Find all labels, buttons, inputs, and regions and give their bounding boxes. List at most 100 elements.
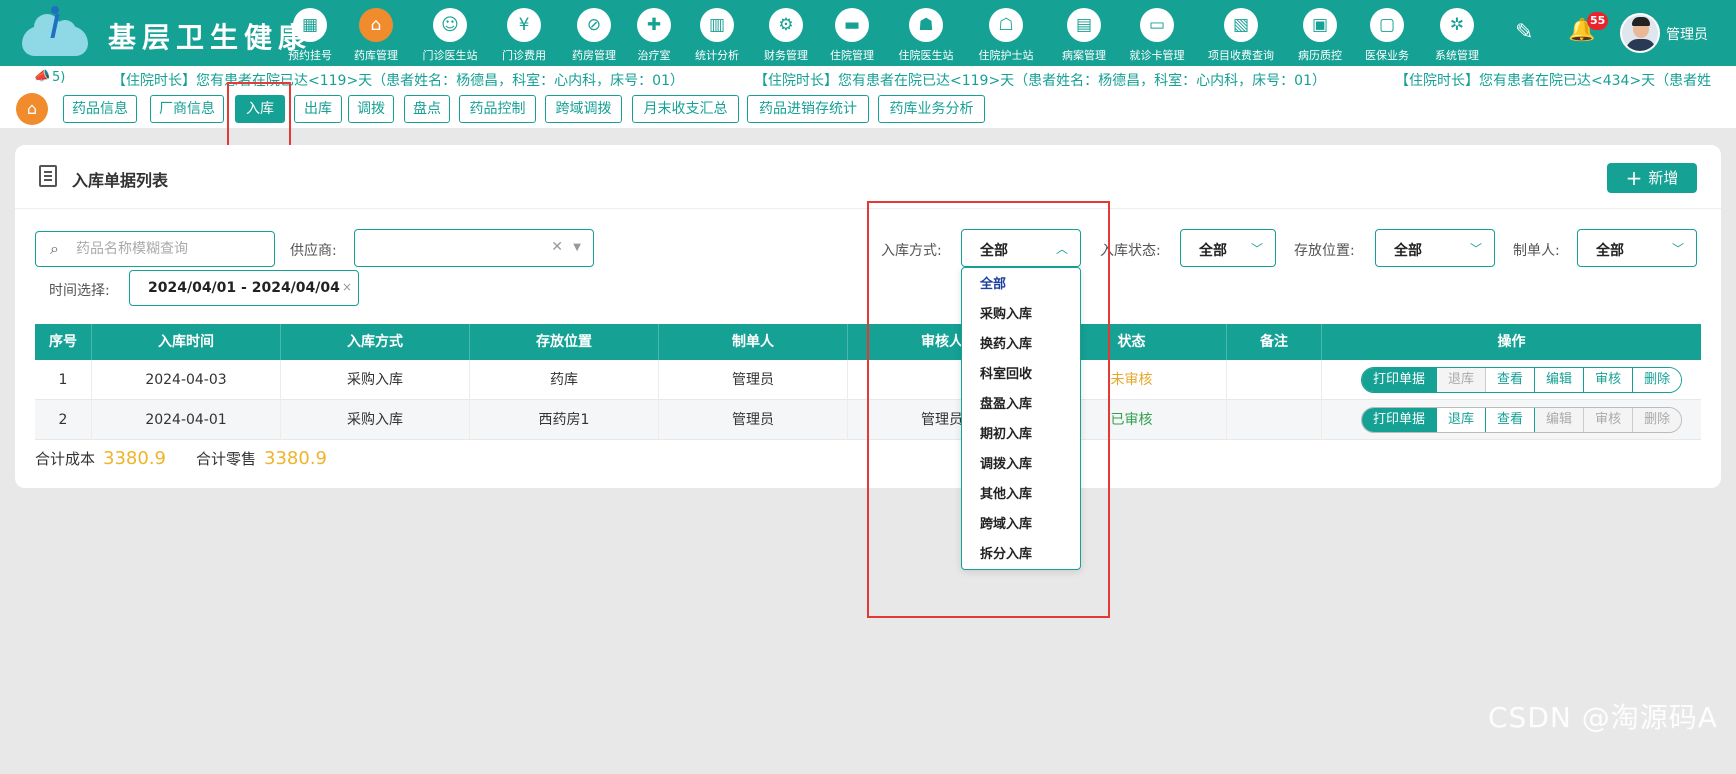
add-button-label: 新增: [1648, 169, 1679, 187]
nav-item[interactable]: ▬ 住院管理: [812, 4, 892, 64]
add-button[interactable]: + 新增: [1607, 163, 1697, 193]
nav-item[interactable]: ▥ 统计分析: [677, 4, 757, 64]
tab-drug-info[interactable]: 药品信息: [63, 95, 137, 123]
marquee-prefix: 5): [52, 70, 66, 85]
print-button[interactable]: 打印单据: [1362, 368, 1438, 392]
nav-item[interactable]: ▢ 医保业务: [1347, 4, 1427, 64]
nav-item-label: 病案管理: [1062, 49, 1106, 62]
nav-item[interactable]: ▭ 就诊卡管理: [1117, 4, 1197, 64]
dropdown-option[interactable]: 科室回收: [962, 360, 1080, 390]
creator-value: 全部: [1596, 243, 1624, 259]
cell-no: 1: [35, 360, 92, 400]
dropdown-option[interactable]: 采购入库: [962, 300, 1080, 330]
tab-purchase-sales-stock[interactable]: 药品进销存统计: [747, 95, 869, 123]
watermark: CSDN @淘源码A: [1488, 701, 1718, 734]
creator-select[interactable]: 全部 ﹀: [1577, 229, 1697, 267]
chevron-down-icon: ﹀: [1671, 242, 1684, 256]
storage-location-label: 存放位置:: [1294, 243, 1355, 259]
user-name[interactable]: 管理员: [1666, 24, 1708, 44]
fee-query-icon: ▧: [1224, 8, 1258, 42]
nav-item[interactable]: ☺ 门诊医生站: [410, 4, 490, 64]
nav-item[interactable]: ▧ 项目收费查询: [1201, 4, 1281, 64]
notice-marquee: 📣 5) 【住院时长】您有患者在院已达<119>天（患者姓名：杨德昌，科室：心内…: [0, 66, 1736, 90]
dropdown-option[interactable]: 换药入库: [962, 330, 1080, 360]
tab-stock-out[interactable]: 出库: [294, 95, 342, 123]
card-icon: ▭: [1140, 8, 1174, 42]
return-button[interactable]: 退库: [1437, 368, 1487, 392]
nav-item[interactable]: ☗ 住院医生站: [886, 4, 966, 64]
nav-item[interactable]: ▤ 病案管理: [1044, 4, 1124, 64]
sub-tabs-row: ⌂ 药品信息 厂商信息 入库 出库 调拨 盘点 药品控制 跨域调拨 月末收支汇总…: [0, 90, 1736, 128]
storage-location-select[interactable]: 全部 ﹀: [1375, 229, 1495, 267]
pharmacy-warehouse-icon: ⌂: [359, 8, 393, 42]
settings-icon: ✲: [1440, 8, 1474, 42]
nav-item[interactable]: ¥ 门诊费用: [484, 4, 564, 64]
cell-remark: [1227, 360, 1322, 400]
chevron-up-icon: ︿: [1055, 242, 1068, 256]
tab-stock-in[interactable]: 入库: [235, 95, 285, 123]
nav-item-label: 统计分析: [695, 49, 739, 62]
supplier-select[interactable]: ✕ ▼: [354, 229, 594, 267]
nav-item[interactable]: ⌂ 药库管理: [336, 4, 416, 64]
clear-icon[interactable]: ✕: [551, 239, 563, 255]
edit-button[interactable]: 编辑: [1535, 368, 1585, 392]
nav-item[interactable]: ✲ 系统管理: [1417, 4, 1497, 64]
tab-manufacturer-info[interactable]: 厂商信息: [150, 95, 224, 123]
storage-location-value: 全部: [1394, 243, 1422, 259]
date-range-value: 2024/04/01 - 2024/04/04: [148, 280, 340, 296]
clear-icon[interactable]: ×: [342, 280, 352, 294]
nav-item[interactable]: ☖ 住院护士站: [966, 4, 1046, 64]
search-icon: ⌕: [50, 239, 59, 258]
user-avatar[interactable]: [1620, 13, 1660, 53]
dropdown-option[interactable]: 拆分入库: [962, 540, 1080, 570]
stock-in-status-value: 全部: [1199, 243, 1227, 259]
dropdown-option[interactable]: 盘盈入库: [962, 390, 1080, 420]
edit-button[interactable]: 编辑: [1535, 408, 1585, 432]
dropdown-option[interactable]: 其他入库: [962, 480, 1080, 510]
app-logo: [22, 6, 92, 56]
return-button[interactable]: 退库: [1437, 408, 1487, 432]
delete-button[interactable]: 删除: [1633, 368, 1682, 392]
tab-drug-control[interactable]: 药品控制: [459, 95, 536, 123]
dropdown-option[interactable]: 全部: [962, 270, 1080, 300]
stock-in-method-value: 全部: [980, 243, 1008, 259]
chevron-down-icon: ﹀: [1469, 242, 1482, 256]
nurse-icon: ☖: [989, 8, 1023, 42]
top-header: 基层卫生健康 ▦ 预约挂号 ⌂ 药库管理 ☺ 门诊医生站 ¥ 门诊费用 ⊘ 药房管理 ✚ 治疗室 ▥ 统计…: [0, 0, 1736, 66]
tab-business-analysis[interactable]: 药库业务分析: [878, 95, 985, 123]
tab-cross-domain-transfer[interactable]: 跨域调拨: [545, 95, 622, 123]
stock-in-method-dropdown: 全部 采购入库 换药入库 科室回收 盘盈入库 期初入库 调拨入库 其他入库 跨域入库 拆分入库: [961, 267, 1081, 570]
dropdown-option[interactable]: 期初入库: [962, 420, 1080, 450]
column-header: 制单人: [659, 324, 848, 360]
column-header: 操作: [1497, 334, 1526, 350]
dropdown-option[interactable]: 调拨入库: [962, 450, 1080, 480]
view-button[interactable]: 查看: [1486, 368, 1536, 392]
delete-button[interactable]: 删除: [1633, 408, 1682, 432]
audit-button[interactable]: 审核: [1584, 408, 1634, 432]
dropdown-option[interactable]: 跨域入库: [962, 510, 1080, 540]
date-range-picker[interactable]: 2024/04/01 - 2024/04/04 ×: [129, 270, 359, 306]
bed-icon: ▬: [835, 8, 869, 42]
treatment-icon: ✚: [637, 8, 671, 42]
search-input[interactable]: [76, 238, 266, 260]
tab-inventory-check[interactable]: 盘点: [404, 95, 450, 123]
view-button[interactable]: 查看: [1486, 408, 1536, 432]
audit-button[interactable]: 审核: [1584, 368, 1634, 392]
inpatient-doctor-icon: ☗: [909, 8, 943, 42]
stock-in-status-select[interactable]: 全部 ﹀: [1180, 229, 1276, 267]
edit-icon[interactable]: ✎: [1515, 20, 1533, 45]
cell-creator: 管理员: [659, 400, 848, 440]
tab-transfer[interactable]: 调拨: [348, 95, 394, 123]
search-field[interactable]: ⌕: [35, 231, 275, 267]
print-button[interactable]: 打印单据: [1362, 408, 1438, 432]
nav-item-label: 药库管理: [354, 49, 398, 62]
home-icon[interactable]: ⌂: [16, 93, 48, 125]
stock-in-method-select[interactable]: 全部 ︿: [961, 229, 1081, 267]
plus-icon: +: [1625, 166, 1643, 190]
total-cost-value: 3380.9: [103, 448, 166, 469]
card-header: 入库单据列表 + 新增: [15, 145, 1721, 209]
column-header: 序号: [35, 324, 92, 360]
tab-month-end-summary[interactable]: 月末收支汇总: [632, 95, 739, 123]
cell-remark: [1227, 400, 1322, 440]
medical-record-icon: ▤: [1067, 8, 1101, 42]
